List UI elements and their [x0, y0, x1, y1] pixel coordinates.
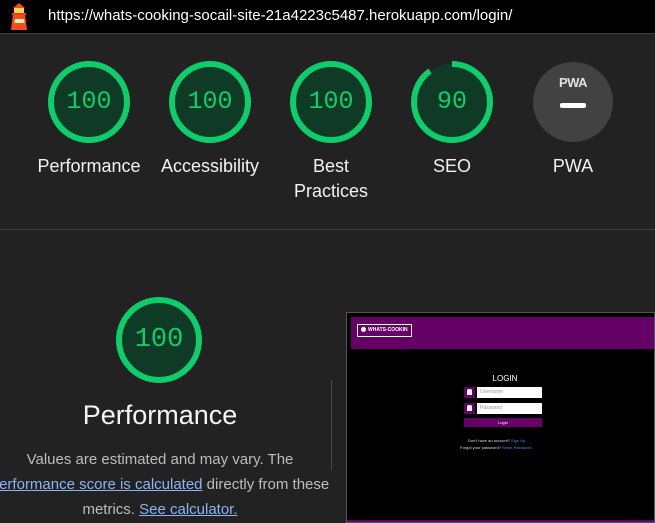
user-icon	[464, 387, 475, 398]
pwa-badge-text: PWA	[558, 75, 588, 90]
gauge-performance[interactable]: 100	[46, 59, 132, 145]
gauge-accessibility[interactable]: 100	[167, 59, 253, 145]
gauge-score: 100	[187, 87, 233, 116]
performance-title: Performance	[82, 400, 238, 430]
gauge-seo[interactable]: 90	[409, 59, 495, 145]
signup-link: Sign Up	[511, 438, 526, 443]
reset-line: Forgot your password? Reset Password	[460, 445, 531, 450]
gauge-score: 100	[66, 87, 112, 116]
site-footer-strip	[347, 520, 654, 522]
gauge-best-practices[interactable]: 100	[288, 59, 374, 145]
gauge-label: Best Practices	[293, 156, 369, 201]
score-calculated-link[interactable]: performance score is calculated	[0, 476, 203, 493]
no-account-text: Don't have an account?	[468, 438, 510, 443]
desc-text: Values are estimated and may vary. The	[26, 451, 294, 468]
gauge-label: SEO	[432, 156, 471, 176]
performance-score: 100	[134, 325, 184, 355]
pwa-badge-icon	[533, 62, 613, 142]
gauge-label: PWA	[552, 156, 594, 176]
url-bar: https://whats-cooking-socail-site-21a422…	[0, 0, 655, 34]
brand-logo-icon	[361, 327, 366, 333]
gauge-pwa[interactable]: PWA	[530, 59, 616, 145]
gauge-label: Performance	[37, 156, 141, 176]
password-input: Password	[477, 403, 542, 414]
performance-description: Values are estimated and may vary. The p…	[0, 447, 340, 522]
brand-text: WHATS-COOKIN	[368, 327, 408, 333]
see-calculator-link[interactable]: See calculator.	[139, 501, 237, 518]
performance-gauge: 100	[114, 295, 204, 385]
gauge-label: Accessibility	[160, 156, 260, 176]
final-screenshot[interactable]: WHATS-COOKIN LOGIN Username Password Log…	[346, 312, 655, 523]
site-navbar: WHATS-COOKIN	[351, 317, 654, 349]
username-input: Username	[477, 387, 542, 398]
key-icon	[464, 403, 475, 414]
signup-line: Don't have an account? Sign Up	[468, 438, 525, 443]
gauge-score: 100	[308, 87, 354, 116]
login-button: Login	[464, 418, 542, 427]
divider	[331, 380, 332, 470]
divider	[0, 229, 655, 230]
page-url: https://whats-cooking-socail-site-21a422…	[48, 7, 513, 24]
reset-link: Reset Password	[502, 445, 532, 450]
forgot-text: Forgot your password?	[460, 445, 501, 450]
login-title: LOGIN	[492, 374, 518, 383]
gauge-score: 90	[436, 87, 467, 116]
site-brand: WHATS-COOKIN	[357, 324, 412, 337]
lighthouse-icon	[11, 3, 27, 30]
